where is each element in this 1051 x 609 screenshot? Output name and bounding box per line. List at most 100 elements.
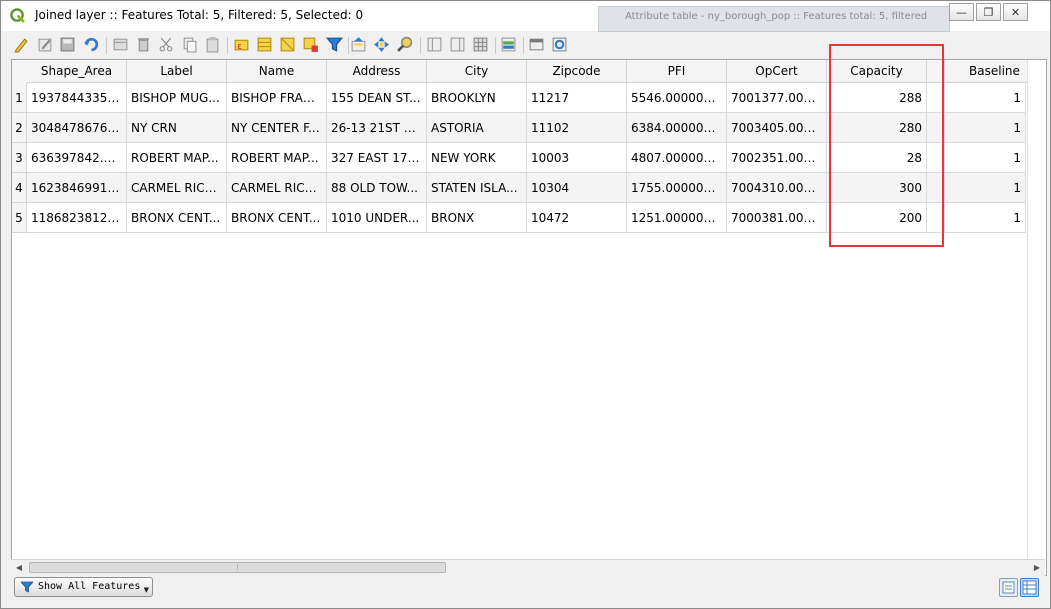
table-cell[interactable]: 636397842.67...	[27, 143, 127, 173]
table-cell[interactable]: BISHOP MUG...	[127, 83, 227, 113]
table-cell[interactable]: 7003405.0000...	[727, 113, 827, 143]
table-cell[interactable]: 1755.0000000...	[627, 173, 727, 203]
deselect-icon[interactable]	[302, 36, 319, 53]
filter-select-icon[interactable]	[326, 36, 343, 53]
scroll-right-icon[interactable]: ▶	[1031, 562, 1043, 574]
table-cell[interactable]: 7004310.0000...	[727, 173, 827, 203]
title-bar[interactable]: Joined layer :: Features Total: 5, Filte…	[1, 1, 1050, 32]
column-header-label[interactable]: Label	[127, 60, 227, 83]
horizontal-scrollbar[interactable]: ◀ ⦙ ▶	[11, 559, 1045, 576]
toggle-editing-icon[interactable]	[13, 36, 30, 53]
table-cell[interactable]: 7002351.0000...	[727, 143, 827, 173]
row-header[interactable]: 2	[12, 113, 27, 143]
capacity-cell[interactable]: 200	[827, 203, 927, 233]
table-cell[interactable]: BISHOP FRAN...	[227, 83, 327, 113]
table-cell[interactable]: 7000381.0000...	[727, 203, 827, 233]
table-cell[interactable]: 1010 UNDER...	[327, 203, 427, 233]
dock-table-icon[interactable]	[528, 36, 545, 53]
row-header[interactable]: 1	[12, 83, 27, 113]
table-cell[interactable]: 10472	[527, 203, 627, 233]
multi-edit-icon[interactable]	[37, 36, 54, 53]
actions-icon[interactable]	[551, 36, 568, 53]
pan-to-selection-icon[interactable]	[373, 36, 390, 53]
table-cell[interactable]: 1	[945, 203, 1026, 233]
table-cell[interactable]: BRONX CENT...	[127, 203, 227, 233]
table-cell[interactable]: 6384.0000000...	[627, 113, 727, 143]
select-by-expression-icon[interactable]: ε	[233, 36, 250, 53]
table-corner[interactable]	[12, 60, 28, 84]
show-all-features-button[interactable]: Show All Features ▼	[14, 577, 153, 597]
table-cell[interactable]: 4807.0000000...	[627, 143, 727, 173]
column-header-name[interactable]: Name	[227, 60, 327, 83]
table-cell[interactable]: 26-13 21ST S...	[327, 113, 427, 143]
form-view-button[interactable]	[999, 578, 1018, 597]
table-cell[interactable]: NEW YORK	[427, 143, 527, 173]
table-cell[interactable]: 11217	[527, 83, 627, 113]
scrollbar-thumb[interactable]: ⦙	[29, 562, 446, 573]
table-cell[interactable]: 327 EAST 17T...	[327, 143, 427, 173]
table-cell[interactable]: 7001377.0000...	[727, 83, 827, 113]
column-header-city[interactable]: City	[427, 60, 527, 83]
invert-selection-icon[interactable]	[279, 36, 296, 53]
paste-icon[interactable]	[204, 36, 221, 53]
row-header[interactable]: 5	[12, 203, 27, 233]
table-cell[interactable]: 1937844335.4...	[27, 83, 127, 113]
table-cell[interactable]: 1	[945, 143, 1026, 173]
table-cell[interactable]: 1251.0000000...	[627, 203, 727, 233]
row-header[interactable]: 3	[12, 143, 27, 173]
scroll-left-icon[interactable]: ◀	[13, 562, 25, 574]
capacity-cell[interactable]: 300	[827, 173, 927, 203]
table-cell[interactable]: 1	[945, 173, 1026, 203]
move-selection-to-top-icon[interactable]	[350, 36, 367, 53]
cut-icon[interactable]	[158, 36, 175, 53]
table-cell[interactable]: 1186823812.5...	[27, 203, 127, 233]
table-cell[interactable]: STATEN ISLA...	[427, 173, 527, 203]
select-all-icon[interactable]	[256, 36, 273, 53]
table-cell[interactable]: BRONX CENT...	[227, 203, 327, 233]
table-cell[interactable]: 1	[945, 113, 1026, 143]
attribute-table[interactable]: Shape_Area Label Name Address City Zipco…	[11, 59, 1047, 576]
capacity-cell[interactable]: 280	[827, 113, 927, 143]
copy-icon[interactable]	[181, 36, 198, 53]
table-cell[interactable]: CARMEL RICH...	[127, 173, 227, 203]
table-cell[interactable]: 3048478676.5...	[27, 113, 127, 143]
restore-button[interactable]: ❐	[976, 3, 1001, 21]
table-cell[interactable]: NY CRN	[127, 113, 227, 143]
table-cell[interactable]: BRONX	[427, 203, 527, 233]
table-cell[interactable]: 10003	[527, 143, 627, 173]
table-view-button[interactable]	[1020, 578, 1039, 597]
column-header-shape-area[interactable]: Shape_Area	[27, 60, 127, 83]
column-header-opcert[interactable]: OpCert	[727, 60, 827, 83]
table-cell[interactable]: 155 DEAN ST...	[327, 83, 427, 113]
table-cell[interactable]: ASTORIA	[427, 113, 527, 143]
table-cell[interactable]: ROBERT MAP...	[127, 143, 227, 173]
column-header-capacity[interactable]: Capacity	[827, 60, 927, 83]
table-cell[interactable]: NY CENTER F...	[227, 113, 327, 143]
table-cell[interactable]: 1	[945, 83, 1026, 113]
save-edits-icon[interactable]	[59, 36, 76, 53]
minimize-button[interactable]: —	[949, 3, 974, 21]
table-cell[interactable]: CARMEL RICH...	[227, 173, 327, 203]
delete-field-icon[interactable]	[449, 36, 466, 53]
table-cell[interactable]: ROBERT MAP...	[227, 143, 327, 173]
column-header-address[interactable]: Address	[327, 60, 427, 83]
zoom-to-selection-icon[interactable]	[397, 36, 414, 53]
column-header-pfi[interactable]: PFI	[627, 60, 727, 83]
table-cell[interactable]: 1623846991.5...	[27, 173, 127, 203]
table-cell[interactable]: 88 OLD TOW...	[327, 173, 427, 203]
row-header[interactable]: 4	[12, 173, 27, 203]
new-field-icon[interactable]	[426, 36, 443, 53]
table-cell[interactable]: 5546.0000000...	[627, 83, 727, 113]
capacity-cell[interactable]: 288	[827, 83, 927, 113]
reload-icon[interactable]	[83, 36, 100, 53]
column-header-zipcode[interactable]: Zipcode	[527, 60, 627, 83]
delete-feature-icon[interactable]	[135, 36, 152, 53]
table-cell[interactable]: BROOKLYN	[427, 83, 527, 113]
capacity-cell[interactable]: 28	[827, 143, 927, 173]
add-feature-icon[interactable]	[112, 36, 129, 53]
close-button[interactable]: ✕	[1003, 3, 1028, 21]
table-cell[interactable]: 11102	[527, 113, 627, 143]
conditional-formatting-icon[interactable]	[500, 36, 517, 53]
field-calculator-icon[interactable]	[472, 36, 489, 53]
table-cell[interactable]: 10304	[527, 173, 627, 203]
